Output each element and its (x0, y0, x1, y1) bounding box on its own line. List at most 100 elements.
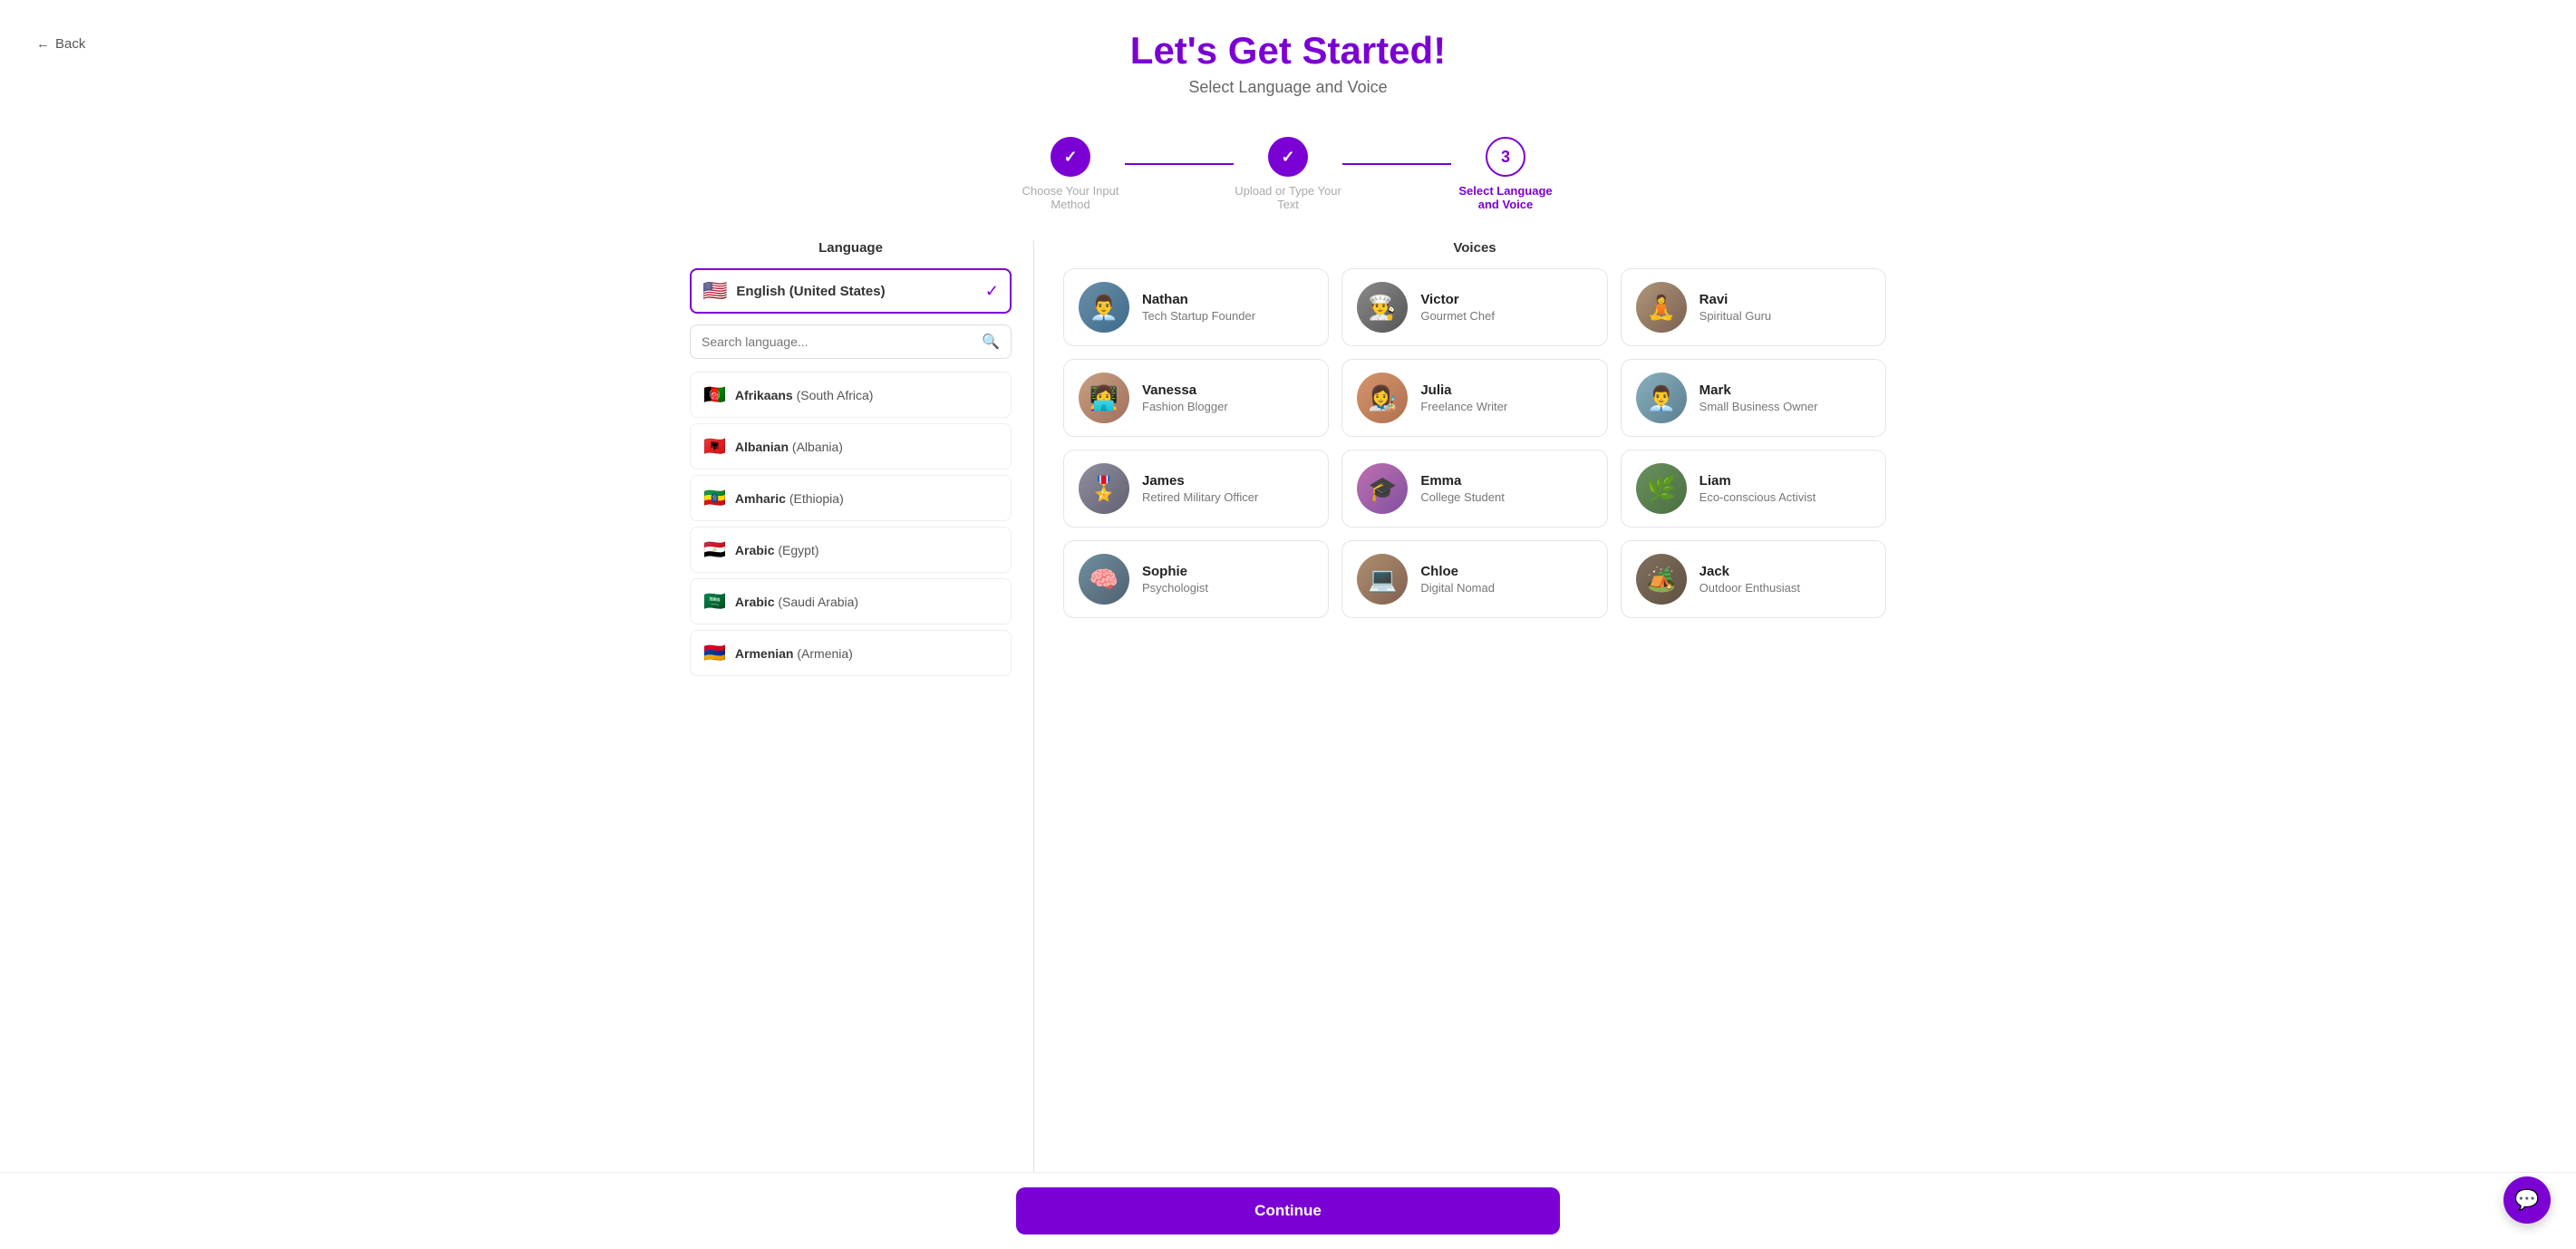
language-list-item[interactable]: 🇪🇹 Amharic (Ethiopia) (690, 475, 1012, 521)
lang-item-label: Afrikaans (South Africa) (735, 388, 874, 402)
voice-avatar-emma: 🎓 (1357, 463, 1408, 514)
voice-info-emma: Emma College Student (1420, 473, 1592, 504)
language-list-item[interactable]: 🇦🇱 Albanian (Albania) (690, 423, 1012, 470)
language-selected[interactable]: 🇺🇸 English (United States) ✓ (690, 268, 1012, 314)
voice-role-vanessa: Fashion Blogger (1142, 400, 1313, 413)
page-subtitle: Select Language and Voice (0, 78, 2576, 97)
main-content: Language 🇺🇸 English (United States) ✓ 🔍 … (654, 240, 1922, 1235)
step-circle-2: ✓ (1268, 137, 1308, 177)
voice-card-mark[interactable]: 👨‍💼 Mark Small Business Owner (1621, 359, 1886, 437)
voice-avatar-james: 🎖️ (1079, 463, 1129, 514)
voice-avatar-victor: 👨‍🍳 (1357, 282, 1408, 333)
voice-role-chloe: Digital Nomad (1420, 581, 1592, 595)
back-label: Back (55, 36, 85, 52)
language-list-item[interactable]: 🇦🇫 Afrikaans (South Africa) (690, 372, 1012, 418)
language-panel-title: Language (690, 240, 1012, 256)
search-icon: 🔍 (982, 333, 1000, 351)
selected-flag: 🇺🇸 (702, 279, 727, 303)
step-line-1 (1125, 163, 1234, 165)
lang-item-label: Arabic (Saudi Arabia) (735, 595, 858, 609)
voice-name-liam: Liam (1700, 473, 1871, 489)
voice-name-james: James (1142, 473, 1313, 489)
voice-avatar-chloe: 💻 (1357, 554, 1408, 605)
back-button[interactable]: ← Back (36, 36, 85, 52)
chat-icon: 💬 (2514, 1188, 2539, 1212)
step-circle-1: ✓ (1051, 137, 1090, 177)
voice-avatar-jack: 🏕️ (1636, 554, 1687, 605)
voice-avatar-sophie: 🧠 (1079, 554, 1129, 605)
step-label-1: Choose Your Input Method (1016, 184, 1125, 211)
lang-flag: 🇦🇲 (703, 642, 726, 664)
step-input-method: ✓ Choose Your Input Method (1016, 137, 1125, 211)
voice-name-vanessa: Vanessa (1142, 382, 1313, 398)
voice-name-emma: Emma (1420, 473, 1592, 489)
voices-panel: Voices 👨‍💼 Nathan Tech Startup Founder 👨… (1034, 240, 1886, 1235)
voice-info-james: James Retired Military Officer (1142, 473, 1313, 504)
voice-name-ravi: Ravi (1700, 292, 1871, 307)
lang-item-label: Amharic (Ethiopia) (735, 491, 844, 506)
language-list-item[interactable]: 🇸🇦 Arabic (Saudi Arabia) (690, 578, 1012, 624)
voice-card-liam[interactable]: 🌿 Liam Eco-conscious Activist (1621, 450, 1886, 528)
voice-role-nathan: Tech Startup Founder (1142, 309, 1313, 323)
voice-info-mark: Mark Small Business Owner (1700, 382, 1871, 413)
voice-role-victor: Gourmet Chef (1420, 309, 1592, 323)
voice-card-sophie[interactable]: 🧠 Sophie Psychologist (1063, 540, 1329, 618)
voice-role-emma: College Student (1420, 490, 1592, 504)
back-arrow-icon: ← (36, 36, 50, 52)
voice-avatar-ravi: 🧘 (1636, 282, 1687, 333)
lang-item-label: Armenian (Armenia) (735, 646, 853, 661)
voice-role-mark: Small Business Owner (1700, 400, 1871, 413)
voice-role-james: Retired Military Officer (1142, 490, 1313, 504)
voice-name-sophie: Sophie (1142, 564, 1313, 579)
voice-role-liam: Eco-conscious Activist (1700, 490, 1871, 504)
voice-info-julia: Julia Freelance Writer (1420, 382, 1592, 413)
voice-card-vanessa[interactable]: 👩‍💻 Vanessa Fashion Blogger (1063, 359, 1329, 437)
voice-avatar-julia: 👩‍🎨 (1357, 373, 1408, 423)
language-list-item[interactable]: 🇦🇲 Armenian (Armenia) (690, 630, 1012, 676)
stepper: ✓ Choose Your Input Method ✓ Upload or T… (880, 137, 1696, 211)
voice-card-chloe[interactable]: 💻 Chloe Digital Nomad (1341, 540, 1607, 618)
voice-role-ravi: Spiritual Guru (1700, 309, 1871, 323)
page-title: Let's Get Started! (0, 29, 2576, 73)
voice-name-nathan: Nathan (1142, 292, 1313, 307)
lang-flag: 🇦🇱 (703, 435, 726, 458)
voice-info-liam: Liam Eco-conscious Activist (1700, 473, 1871, 504)
voices-grid: 👨‍💼 Nathan Tech Startup Founder 👨‍🍳 Vict… (1063, 268, 1886, 618)
voice-card-ravi[interactable]: 🧘 Ravi Spiritual Guru (1621, 268, 1886, 346)
voice-avatar-liam: 🌿 (1636, 463, 1687, 514)
language-list: 🇦🇫 Afrikaans (South Africa) 🇦🇱 Albanian … (690, 372, 1012, 682)
chat-bubble-button[interactable]: 💬 (2503, 1176, 2551, 1224)
voice-role-julia: Freelance Writer (1420, 400, 1592, 413)
lang-item-label: Albanian (Albania) (735, 440, 843, 454)
voice-name-jack: Jack (1700, 564, 1871, 579)
voice-avatar-mark: 👨‍💼 (1636, 373, 1687, 423)
voice-info-nathan: Nathan Tech Startup Founder (1142, 292, 1313, 323)
step-circle-3: 3 (1486, 137, 1525, 177)
voice-name-victor: Victor (1420, 292, 1592, 307)
voice-card-victor[interactable]: 👨‍🍳 Victor Gourmet Chef (1341, 268, 1607, 346)
voice-card-james[interactable]: 🎖️ James Retired Military Officer (1063, 450, 1329, 528)
voice-info-chloe: Chloe Digital Nomad (1420, 564, 1592, 595)
voice-name-mark: Mark (1700, 382, 1871, 398)
selected-check-icon: ✓ (985, 282, 999, 301)
lang-flag: 🇦🇫 (703, 383, 726, 406)
lang-flag: 🇪🇬 (703, 538, 726, 561)
voice-card-nathan[interactable]: 👨‍💼 Nathan Tech Startup Founder (1063, 268, 1329, 346)
voices-panel-title: Voices (1063, 240, 1886, 256)
language-list-item[interactable]: 🇪🇬 Arabic (Egypt) (690, 527, 1012, 573)
lang-flag: 🇪🇹 (703, 487, 726, 509)
page-header: ← Back Let's Get Started! Select Languag… (0, 0, 2576, 111)
language-search-input[interactable] (702, 334, 974, 349)
voice-card-emma[interactable]: 🎓 Emma College Student (1341, 450, 1607, 528)
step-upload-text: ✓ Upload or Type Your Text (1234, 137, 1342, 211)
voice-card-jack[interactable]: 🏕️ Jack Outdoor Enthusiast (1621, 540, 1886, 618)
language-search-box[interactable]: 🔍 (690, 324, 1012, 359)
continue-button[interactable]: Continue (1016, 1187, 1560, 1234)
step-label-3: Select Language and Voice (1451, 184, 1560, 211)
voice-role-sophie: Psychologist (1142, 581, 1313, 595)
voice-info-vanessa: Vanessa Fashion Blogger (1142, 382, 1313, 413)
voice-name-julia: Julia (1420, 382, 1592, 398)
voice-info-sophie: Sophie Psychologist (1142, 564, 1313, 595)
voice-card-julia[interactable]: 👩‍🎨 Julia Freelance Writer (1341, 359, 1607, 437)
voice-info-ravi: Ravi Spiritual Guru (1700, 292, 1871, 323)
